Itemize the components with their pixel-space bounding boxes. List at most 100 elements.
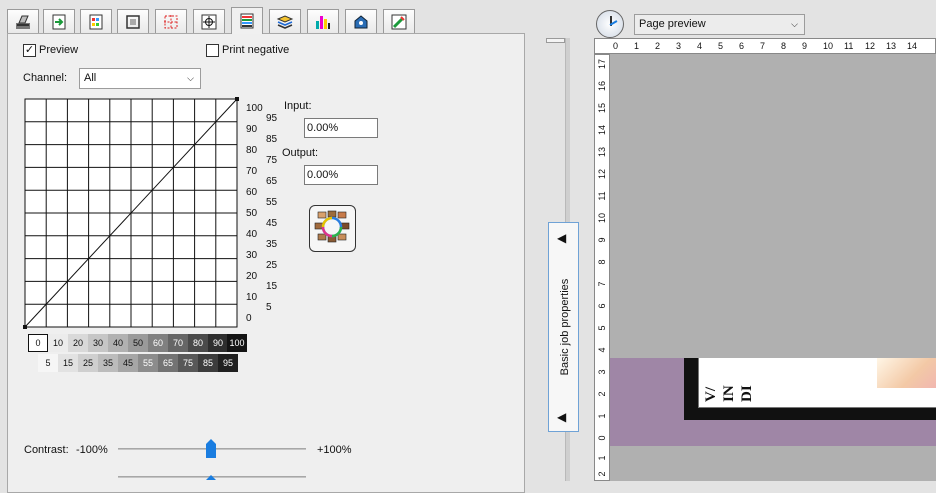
basic-job-properties-panel[interactable]: ◀ Basic job properties ◀ — [548, 222, 579, 432]
curve-point-end[interactable] — [235, 97, 239, 101]
ruler-number: 13 — [886, 41, 897, 51]
ruler-number: 4 — [597, 347, 607, 353]
gray-cell[interactable]: 50 — [128, 334, 148, 352]
tab-media-import[interactable] — [43, 9, 75, 33]
ruler-number: 11 — [844, 41, 854, 51]
ruler-number: 2 — [655, 41, 661, 51]
clock-icon[interactable] — [596, 10, 624, 38]
ruler-number: 14 — [597, 125, 607, 136]
print-negative-label: Print negative — [222, 44, 290, 56]
y-label: 0 — [246, 313, 252, 324]
curve-graph[interactable] — [20, 95, 245, 335]
ruler-number: 5 — [597, 325, 607, 331]
gray-cell[interactable]: 80 — [188, 334, 208, 352]
gray-cell[interactable]: 40 — [108, 334, 128, 352]
y-label: 30 — [246, 250, 258, 261]
auto-adjust-icon — [314, 210, 350, 243]
auto-adjust-button[interactable] — [309, 205, 356, 252]
channel-select[interactable]: All ⌵ — [79, 68, 201, 89]
gray-cell[interactable]: 35 — [98, 354, 118, 372]
curve-point-start[interactable] — [23, 325, 27, 329]
job-text-line: V/ — [703, 387, 719, 402]
ruler-number: 5 — [718, 41, 724, 51]
ruler-number: 8 — [781, 41, 787, 51]
gray-cell[interactable]: 55 — [138, 354, 158, 372]
preview-mode-select[interactable]: Page preview ⌵ — [634, 14, 805, 35]
output-label: Output: — [282, 147, 319, 159]
second-slider-thumb[interactable] — [205, 474, 217, 481]
gray-cell[interactable]: 5 — [38, 354, 58, 372]
gray-cell[interactable]: 75 — [178, 354, 198, 372]
gray-cell[interactable]: 45 — [118, 354, 138, 372]
ruler-number: 10 — [823, 41, 834, 51]
gray-cell[interactable]: 0 — [28, 334, 48, 352]
tab-printer-settings[interactable] — [7, 9, 39, 33]
y-label: 40 — [246, 229, 258, 240]
gray-cell[interactable]: 100 — [227, 334, 247, 352]
ruler-number: 11 — [597, 191, 607, 201]
chevron-down-icon: ⌵ — [187, 73, 194, 83]
contrast-slider-thumb[interactable] — [205, 438, 217, 459]
gray-cell[interactable]: 95 — [218, 354, 238, 372]
ruler-number: 0 — [613, 41, 619, 51]
tab-cut-marks[interactable] — [155, 9, 187, 33]
tab-ink-channels[interactable] — [307, 9, 339, 33]
y-label: 100 — [246, 103, 263, 114]
ink-channels-icon — [316, 15, 330, 29]
tab-color-profile[interactable] — [80, 9, 112, 33]
gray-cell[interactable]: 85 — [198, 354, 218, 372]
gray-cell[interactable]: 20 — [68, 334, 88, 352]
media-import-icon — [52, 14, 66, 29]
collapse-arrow-icon[interactable]: ◀ — [557, 410, 566, 424]
registration-target-icon — [201, 14, 217, 29]
tab-curve-adjust[interactable] — [231, 7, 263, 34]
job-image: V/ IN DI — [698, 358, 936, 408]
crop-frame-icon — [126, 14, 140, 29]
job-image-text: DI — [739, 385, 755, 402]
y-label: 35 — [266, 239, 278, 250]
ruler-number: 8 — [597, 259, 607, 265]
print-negative-checkbox[interactable] — [206, 44, 219, 57]
ruler-number: 3 — [597, 369, 607, 375]
color-profile-icon — [89, 14, 103, 29]
ruler-number: 13 — [597, 147, 607, 158]
input-field[interactable]: 0.00% — [304, 118, 378, 138]
tab-layers-stack[interactable] — [269, 9, 301, 33]
gray-cell[interactable]: 90 — [208, 334, 228, 352]
gray-cell[interactable]: 25 — [78, 354, 98, 372]
ruler-number: 7 — [760, 41, 766, 51]
y-label: 50 — [246, 208, 258, 219]
gray-cell[interactable]: 15 — [58, 354, 78, 372]
y-label: 95 — [266, 113, 278, 124]
preview-label: Preview — [39, 44, 79, 56]
ruler-number: 15 — [597, 103, 607, 114]
gray-cell[interactable]: 30 — [88, 334, 108, 352]
y-label: 20 — [246, 271, 258, 282]
gray-cell[interactable]: 65 — [158, 354, 178, 372]
gray-cell[interactable]: 70 — [168, 334, 188, 352]
ruler-number: 12 — [865, 41, 876, 51]
ruler-number: 9 — [802, 41, 808, 51]
preview-checkbox[interactable]: ✓ — [23, 44, 36, 57]
chevron-down-icon: ⌵ — [791, 19, 798, 29]
printer-settings-icon — [16, 15, 30, 29]
preview-mode-value: Page preview — [639, 18, 706, 30]
ruler-number: 17 — [597, 59, 607, 70]
tab-crop-frame[interactable] — [117, 9, 149, 33]
basic-job-properties-label: Basic job properties — [559, 278, 571, 376]
splitter-grip[interactable] — [546, 38, 565, 43]
tab-color-pick[interactable] — [383, 9, 415, 33]
y-label: 65 — [266, 176, 278, 187]
gray-cell[interactable]: 10 — [48, 334, 68, 352]
y-label: 80 — [246, 145, 258, 156]
output-field[interactable]: 0.00% — [304, 165, 378, 185]
y-label: 85 — [266, 134, 278, 145]
layers-stack-icon — [276, 14, 294, 29]
y-label: 90 — [246, 124, 258, 135]
ruler-number: 14 — [907, 41, 918, 51]
gray-cell[interactable]: 60 — [148, 334, 168, 352]
y-label: 15 — [266, 281, 278, 292]
tab-registration-target[interactable] — [193, 9, 225, 33]
tab-spot-color[interactable] — [345, 9, 377, 33]
job-image-text: V/ — [703, 387, 719, 402]
